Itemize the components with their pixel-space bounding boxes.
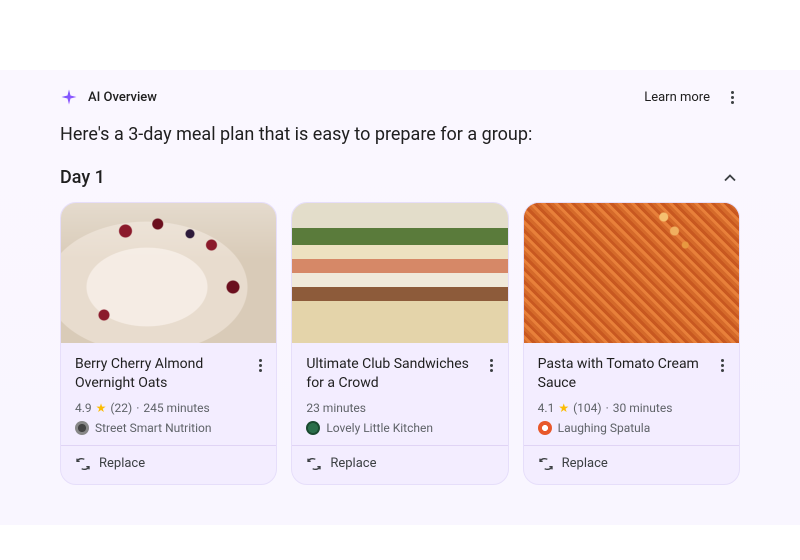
recipe-title: Berry Cherry Almond Overnight Oats — [75, 355, 248, 393]
header-left: AI Overview — [60, 88, 157, 106]
source-favicon-icon — [75, 421, 89, 435]
replace-label: Replace — [99, 456, 145, 471]
star-icon: ★ — [558, 401, 569, 415]
source-row: Laughing Spatula — [538, 421, 731, 435]
ai-overview-panel: AI Overview Learn more Here's a 3-day me… — [0, 70, 800, 525]
swap-icon — [75, 456, 91, 472]
swap-icon — [538, 456, 554, 472]
source-name: Street Smart Nutrition — [95, 421, 211, 435]
replace-button[interactable]: Replace — [292, 445, 507, 484]
source-favicon-icon — [306, 421, 320, 435]
time-value: 245 minutes — [143, 401, 209, 415]
recipe-card[interactable]: Ultimate Club Sandwiches for a Crowd 23 … — [291, 202, 508, 485]
learn-more-link[interactable]: Learn more — [644, 90, 710, 105]
replace-button[interactable]: Replace — [61, 445, 276, 484]
separator: · — [136, 401, 139, 415]
intro-text: Here's a 3-day meal plan that is easy to… — [60, 124, 740, 145]
rating-value: 4.1 — [538, 401, 555, 415]
recipe-meta: 4.9 ★ (22) · 245 minutes — [75, 401, 268, 415]
source-row: Lovely Little Kitchen — [306, 421, 499, 435]
day-title: Day 1 — [60, 167, 105, 188]
sparkle-icon — [60, 88, 78, 106]
rating-value: 4.9 — [75, 401, 92, 415]
recipe-meta: 4.1 ★ (104) · 30 minutes — [538, 401, 731, 415]
recipe-title: Ultimate Club Sandwiches for a Crowd — [306, 355, 479, 393]
star-icon: ★ — [96, 401, 107, 415]
swap-icon — [306, 456, 322, 472]
source-favicon-icon — [538, 421, 552, 435]
header-right: Learn more — [644, 89, 740, 105]
ai-overview-label: AI Overview — [88, 90, 157, 105]
recipe-cards: Berry Cherry Almond Overnight Oats 4.9 ★… — [60, 202, 740, 485]
more-options-icon[interactable] — [724, 89, 740, 105]
day-header[interactable]: Day 1 — [60, 167, 740, 188]
replace-label: Replace — [330, 456, 376, 471]
source-name: Laughing Spatula — [558, 421, 651, 435]
replace-label: Replace — [562, 456, 608, 471]
card-more-icon[interactable] — [715, 357, 731, 373]
source-row: Street Smart Nutrition — [75, 421, 268, 435]
recipe-card[interactable]: Berry Cherry Almond Overnight Oats 4.9 ★… — [60, 202, 277, 485]
review-count: (22) — [110, 401, 132, 415]
recipe-image — [524, 203, 739, 343]
top-spacer — [0, 0, 800, 70]
card-more-icon[interactable] — [484, 357, 500, 373]
review-count: (104) — [573, 401, 602, 415]
card-body: Berry Cherry Almond Overnight Oats 4.9 ★… — [61, 343, 276, 445]
time-value: 30 minutes — [613, 401, 673, 415]
card-body: Pasta with Tomato Cream Sauce 4.1 ★ (104… — [524, 343, 739, 445]
replace-button[interactable]: Replace — [524, 445, 739, 484]
chevron-up-icon — [720, 168, 740, 188]
recipe-card[interactable]: Pasta with Tomato Cream Sauce 4.1 ★ (104… — [523, 202, 740, 485]
recipe-image — [61, 203, 276, 343]
separator: · — [606, 401, 609, 415]
recipe-image — [292, 203, 507, 343]
recipe-meta: 23 minutes — [306, 401, 499, 415]
recipe-title: Pasta with Tomato Cream Sauce — [538, 355, 711, 393]
card-more-icon[interactable] — [252, 357, 268, 373]
card-body: Ultimate Club Sandwiches for a Crowd 23 … — [292, 343, 507, 445]
time-value: 23 minutes — [306, 401, 366, 415]
source-name: Lovely Little Kitchen — [326, 421, 433, 435]
panel-header: AI Overview Learn more — [60, 88, 740, 106]
